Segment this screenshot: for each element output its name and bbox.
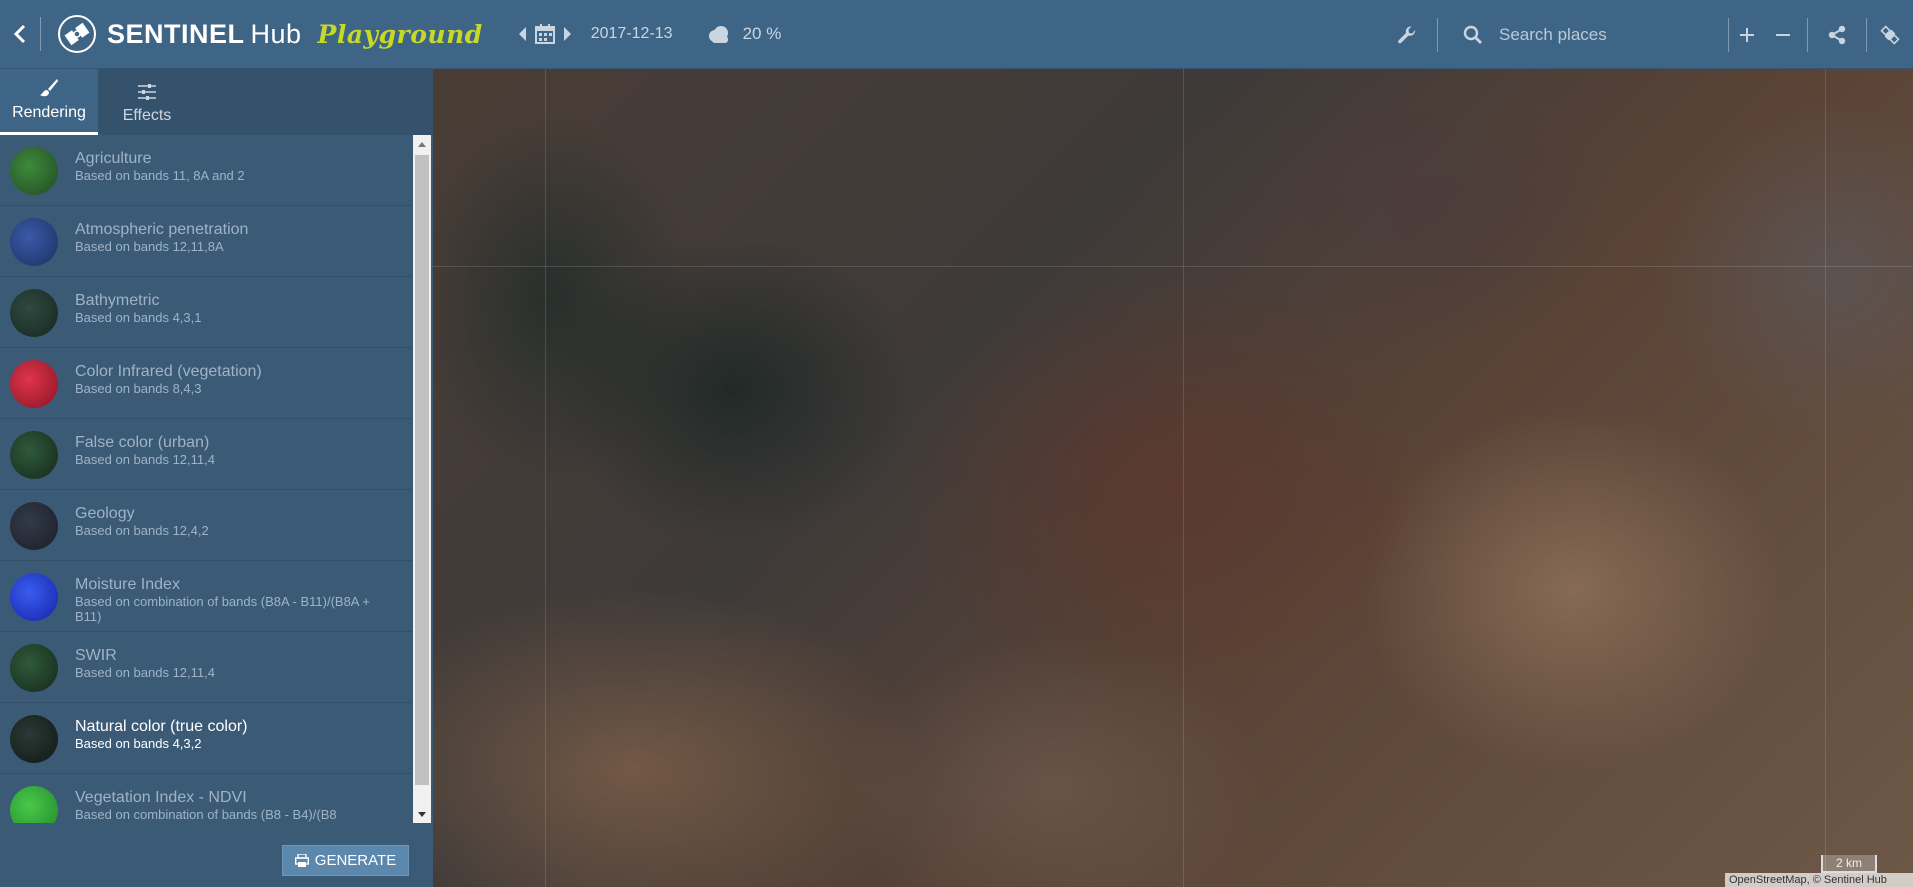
top-bar: SENTINEL Hub Playground 2017-12-13 20 % [0,0,1913,69]
preset-title: Atmospheric penetration [75,221,249,238]
map-scale-bar: 2 km [1821,855,1877,873]
triangle-up-icon [418,141,426,147]
preset-title: Natural color (true color) [75,718,248,735]
share-icon [1828,25,1846,44]
printer-icon [294,854,309,867]
satellite-map[interactable]: 2 km OpenStreetMap, © Sentinel Hub [433,69,1913,887]
search-box [1438,0,1728,69]
preset-swir[interactable]: SWIR Based on bands 12,11,4 [0,632,412,703]
generate-button[interactable]: GENERATE [282,845,409,876]
cloud-coverage-value: 20 % [742,24,782,43]
preset-description: Based on bands 12,11,4 [75,665,215,680]
next-date-icon[interactable] [563,27,571,41]
preset-natural-color[interactable]: Natural color (true color) Based on band… [0,703,412,774]
share-button[interactable] [1808,0,1866,69]
preset-description: Based on bands 4,3,1 [75,310,202,325]
sliders-icon [138,84,156,100]
app-logo[interactable]: SENTINEL Hub Playground [57,0,483,69]
calendar-icon[interactable] [534,24,555,44]
preset-geology[interactable]: Geology Based on bands 12,4,2 [0,490,412,561]
map-grid-line [1183,69,1184,887]
paintbrush-icon [40,79,58,97]
preset-list-scrollbar[interactable] [413,135,431,823]
preset-false-color-urban[interactable]: False color (urban) Based on bands 12,11… [0,419,412,490]
tab-rendering-label: Rendering [12,104,86,121]
zoom-in-button[interactable] [1729,0,1765,69]
preset-description: Based on bands 8,4,3 [75,381,202,396]
preset-description: Based on bands 12,4,2 [75,523,209,538]
preset-thumbnail [10,715,58,763]
logo-playground: Playground [317,19,483,49]
plus-icon [1740,27,1754,42]
preset-thumbnail [10,786,58,823]
preset-title: Color Infrared (vegetation) [75,363,262,380]
preset-thumbnail [10,147,58,195]
preset-title: Geology [75,505,135,522]
preset-list-items: Agriculture Based on bands 11, 8A and 2 … [0,135,412,823]
preset-thumbnail [10,431,58,479]
preset-title: False color (urban) [75,434,210,451]
prev-date-icon[interactable] [518,27,527,41]
minus-icon [1776,33,1790,36]
date-value[interactable]: 2017-12-13 [591,25,673,43]
map-grid-line [433,266,1913,267]
preset-description: Based on bands 4,3,2 [75,736,202,751]
tab-effects[interactable]: Effects [98,69,196,135]
search-icon [1463,25,1482,44]
scrollbar-thumb[interactable] [415,155,429,785]
preset-title: Bathymetric [75,292,160,309]
preset-thumbnail [10,218,58,266]
preset-list: Agriculture Based on bands 11, 8A and 2 … [0,135,433,823]
triangle-down-icon [418,811,426,817]
preset-thumbnail [10,289,58,337]
map-grid-line [545,69,546,887]
preset-agriculture[interactable]: Agriculture Based on bands 11, 8A and 2 [0,135,412,206]
date-control: 2017-12-13 [518,24,673,44]
sidebar-tabs: Rendering Effects [0,69,433,135]
map-grid-line [1825,69,1826,887]
tab-rendering[interactable]: Rendering [0,69,98,135]
satellite-logo-icon [58,15,96,53]
preset-ndvi[interactable]: Vegetation Index - NDVI Based on combina… [0,774,412,823]
preset-title: SWIR [75,647,117,664]
preset-bathymetric[interactable]: Bathymetric Based on bands 4,3,1 [0,277,412,348]
search-input[interactable] [1497,23,1721,46]
scroll-up-button[interactable] [413,135,431,153]
preset-description: Based on combination of bands (B8A - B11… [75,594,370,624]
chevron-left-icon [13,24,26,44]
preset-description: Based on combination of bands (B8 - B4)/… [75,807,337,822]
preset-title: Agriculture [75,150,152,167]
preset-moisture-index[interactable]: Moisture Index Based on combination of b… [0,561,412,632]
satellite-settings-button[interactable] [1867,0,1913,69]
preset-color-infrared[interactable]: Color Infrared (vegetation) Based on ban… [0,348,412,419]
generate-label: GENERATE [314,852,397,869]
preset-thumbnail [10,360,58,408]
logo-hub: Hub [250,18,302,49]
cloud-icon [708,25,728,43]
back-button[interactable] [0,0,40,69]
preset-thumbnail [10,573,58,621]
preset-description: Based on bands 12,11,8A [75,239,224,254]
divider [40,17,41,51]
sidebar: Rendering Effects Agriculture Based on b… [0,69,433,887]
zoom-out-button[interactable] [1765,0,1801,69]
logo-name: SENTINEL Hub [107,18,302,49]
tab-effects-label: Effects [122,107,172,124]
preset-thumbnail [10,502,58,550]
cloud-coverage-control[interactable]: 20 % [707,24,782,44]
preset-title: Moisture Index [75,576,180,593]
map-attribution[interactable]: OpenStreetMap, © Sentinel Hub [1725,873,1913,887]
preset-description: Based on bands 12,11,4 [75,452,215,467]
preset-thumbnail [10,644,58,692]
preset-description: Based on bands 11, 8A and 2 [75,168,245,183]
preset-title: Vegetation Index - NDVI [75,789,247,806]
preset-atmospheric-penetration[interactable]: Atmospheric penetration Based on bands 1… [0,206,412,277]
tools-button[interactable] [1377,0,1437,69]
satellite-icon [1880,24,1900,45]
top-bar-right [1377,0,1913,69]
scroll-down-button[interactable] [413,805,431,823]
wrench-icon [1398,25,1416,43]
